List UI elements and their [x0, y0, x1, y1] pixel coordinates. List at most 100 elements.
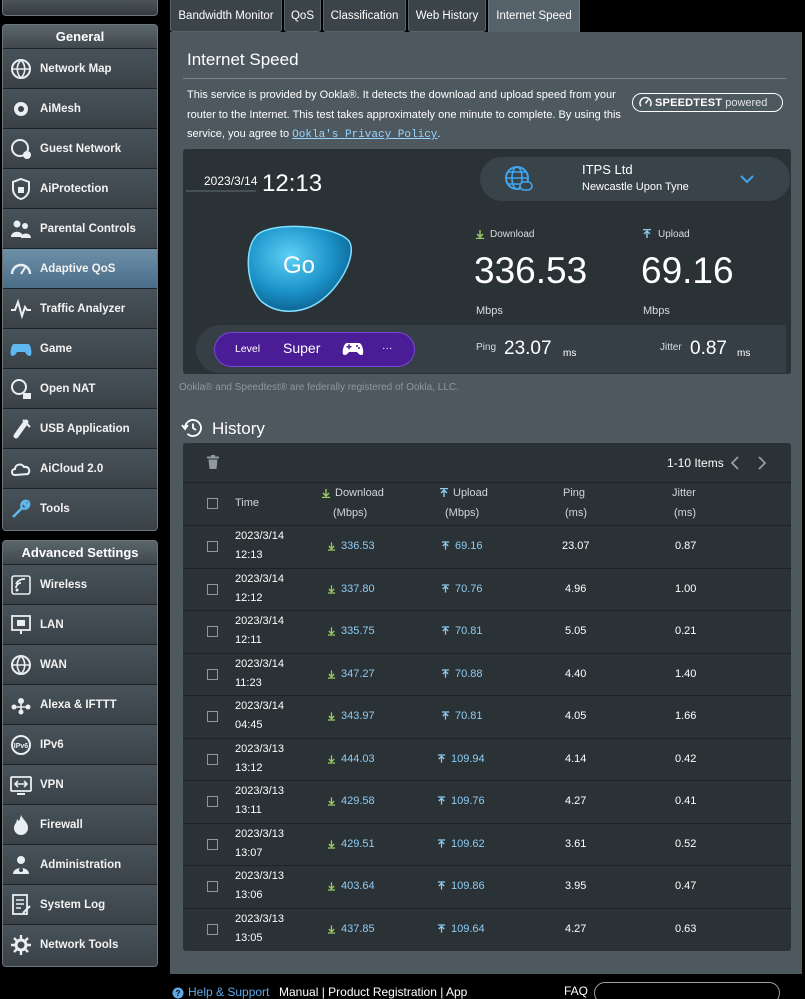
tab-qos[interactable]: QoS: [284, 0, 321, 32]
page-title: Internet Speed: [187, 50, 299, 69]
row-divider: [183, 908, 791, 909]
row-jitter: 0.41: [675, 795, 697, 807]
parental-controls-icon: [8, 216, 34, 242]
ping-value: 23.07: [504, 338, 552, 359]
sidebar-item-label: AiProtection: [40, 182, 109, 195]
row-time: 13:05: [235, 932, 263, 944]
row-checkbox[interactable]: [207, 754, 218, 765]
sidebar-item-parental-controls[interactable]: Parental Controls: [3, 209, 157, 249]
trash-icon[interactable]: [207, 455, 219, 469]
sidebar-item-usb-application[interactable]: USB Application: [3, 409, 157, 449]
select-all-checkbox[interactable]: [207, 498, 218, 509]
row-checkbox[interactable]: [207, 924, 218, 935]
sidebar-item-guest-network[interactable]: Guest Network: [3, 129, 157, 169]
sidebar-item-label: AiMesh: [40, 102, 81, 115]
sidebar-item-label: Network Map: [40, 62, 112, 75]
row-date: 2023/3/14: [235, 573, 284, 585]
level-value: Super: [283, 340, 321, 356]
header-download-unit: (Mbps): [333, 507, 368, 519]
row-divider: [183, 738, 791, 739]
administration-icon: [8, 852, 34, 878]
row-upload: 70.81: [455, 710, 483, 722]
sidebar-item-label: IPv6: [40, 738, 64, 751]
row-checkbox[interactable]: [207, 711, 218, 722]
row-download: 429.51: [341, 838, 375, 850]
row-download-arrow-icon: [327, 670, 336, 679]
tab-classification[interactable]: Classification: [323, 0, 406, 32]
sidebar-item-traffic-analyzer[interactable]: Traffic Analyzer: [3, 289, 157, 329]
sidebar-item-alexa-ifttt[interactable]: Alexa & IFTTT: [3, 685, 157, 725]
sidebar-item-label: Game: [40, 342, 72, 355]
upload-unit: Mbps: [643, 305, 670, 317]
row-checkbox[interactable]: [207, 796, 218, 807]
row-date: 2023/3/14: [235, 700, 284, 712]
row-upload-arrow-icon: [441, 626, 450, 635]
faq-label: FAQ: [564, 984, 589, 998]
row-jitter: 0.42: [675, 753, 697, 765]
sidebar-item-tools[interactable]: Tools: [3, 489, 157, 529]
description-end: .: [437, 128, 441, 140]
row-time: 12:13: [235, 549, 263, 561]
sidebar-item-aimesh[interactable]: AiMesh: [3, 89, 157, 129]
sidebar-item-adaptive-qos[interactable]: Adaptive QoS: [3, 249, 157, 289]
row-checkbox[interactable]: [207, 839, 218, 850]
sidebar-item-network-map[interactable]: Network Map: [3, 49, 157, 89]
sidebar-item-vpn[interactable]: VPN: [3, 765, 157, 805]
row-ping: 5.05: [565, 625, 587, 637]
sidebar-item-aicloud-2-0[interactable]: AiCloud 2.0: [3, 449, 157, 489]
row-checkbox[interactable]: [207, 626, 218, 637]
speedtest-powered-text: powered: [725, 96, 768, 109]
header-jitter-unit: (ms): [674, 507, 696, 519]
sidebar-item-system-log[interactable]: System Log: [3, 885, 157, 925]
sidebar-item-wan[interactable]: WAN: [3, 645, 157, 685]
next-page-icon[interactable]: [757, 456, 767, 470]
system-log-icon: [8, 892, 34, 918]
sidebar-item-game[interactable]: Game: [3, 329, 157, 369]
tab-bandwidth-monitor[interactable]: Bandwidth Monitor: [170, 0, 282, 32]
header-jitter: Jitter: [672, 487, 696, 499]
row-checkbox[interactable]: [207, 669, 218, 680]
result-date: 2023/3/14: [204, 174, 258, 188]
chevron-down-icon[interactable]: [740, 175, 754, 184]
row-checkbox[interactable]: [207, 541, 218, 552]
sidebar-item-label: Open NAT: [40, 382, 96, 395]
sidebar-item-wireless[interactable]: Wireless: [3, 565, 157, 605]
help-support-link[interactable]: Help & Support: [188, 985, 269, 999]
gamepad-icon: [8, 336, 34, 362]
sidebar-item-label: Network Tools: [40, 939, 119, 951]
faq-search-input[interactable]: [594, 982, 780, 999]
download-value: 336.53: [474, 250, 588, 291]
sidebar-item-ipv6[interactable]: IPv6 IPv6: [3, 725, 157, 765]
footer-links[interactable]: Manual | Product Registration | App: [279, 985, 467, 999]
sidebar-item-aiprotection[interactable]: AiProtection: [3, 169, 157, 209]
download-arrow-icon: [476, 230, 484, 239]
row-upload: 109.94: [451, 753, 485, 765]
privacy-policy-link[interactable]: Ookla's Privacy Policy: [292, 129, 437, 141]
open-nat-icon: [8, 376, 34, 402]
sidebar-item-firewall[interactable]: Firewall: [3, 805, 157, 845]
row-checkbox[interactable]: [207, 881, 218, 892]
svg-text:?: ?: [176, 989, 181, 998]
sidebar-item-network-tools[interactable]: Network Tools: [3, 925, 157, 965]
alexa-icon: [8, 692, 34, 718]
prev-page-icon[interactable]: [730, 456, 740, 470]
row-download: 343.97: [341, 710, 375, 722]
sidebar-general: General Network Map AiMesh Guest Network Ai…: [2, 24, 158, 531]
network-tools-icon: [8, 932, 34, 958]
sidebar-item-label: WAN: [40, 658, 67, 671]
go-button[interactable]: [243, 223, 355, 313]
sidebar-item-label: Adaptive QoS: [40, 262, 116, 275]
row-jitter: 0.87: [675, 540, 697, 552]
sidebar-item-label: Traffic Analyzer: [40, 302, 126, 315]
row-ping: 4.14: [565, 753, 587, 765]
sidebar-item-administration[interactable]: Administration: [3, 845, 157, 885]
sidebar-item-lan[interactable]: LAN: [3, 605, 157, 645]
row-upload-arrow-icon: [437, 839, 446, 848]
row-checkbox[interactable]: [207, 584, 218, 595]
row-download-arrow-icon: [327, 712, 336, 721]
tab-internet-speed[interactable]: Internet Speed: [488, 0, 580, 34]
ping-unit: ms: [563, 348, 577, 359]
sidebar-item-open-nat[interactable]: Open NAT: [3, 369, 157, 409]
row-ping: 4.05: [565, 710, 587, 722]
tab-web-history[interactable]: Web History: [408, 0, 486, 32]
